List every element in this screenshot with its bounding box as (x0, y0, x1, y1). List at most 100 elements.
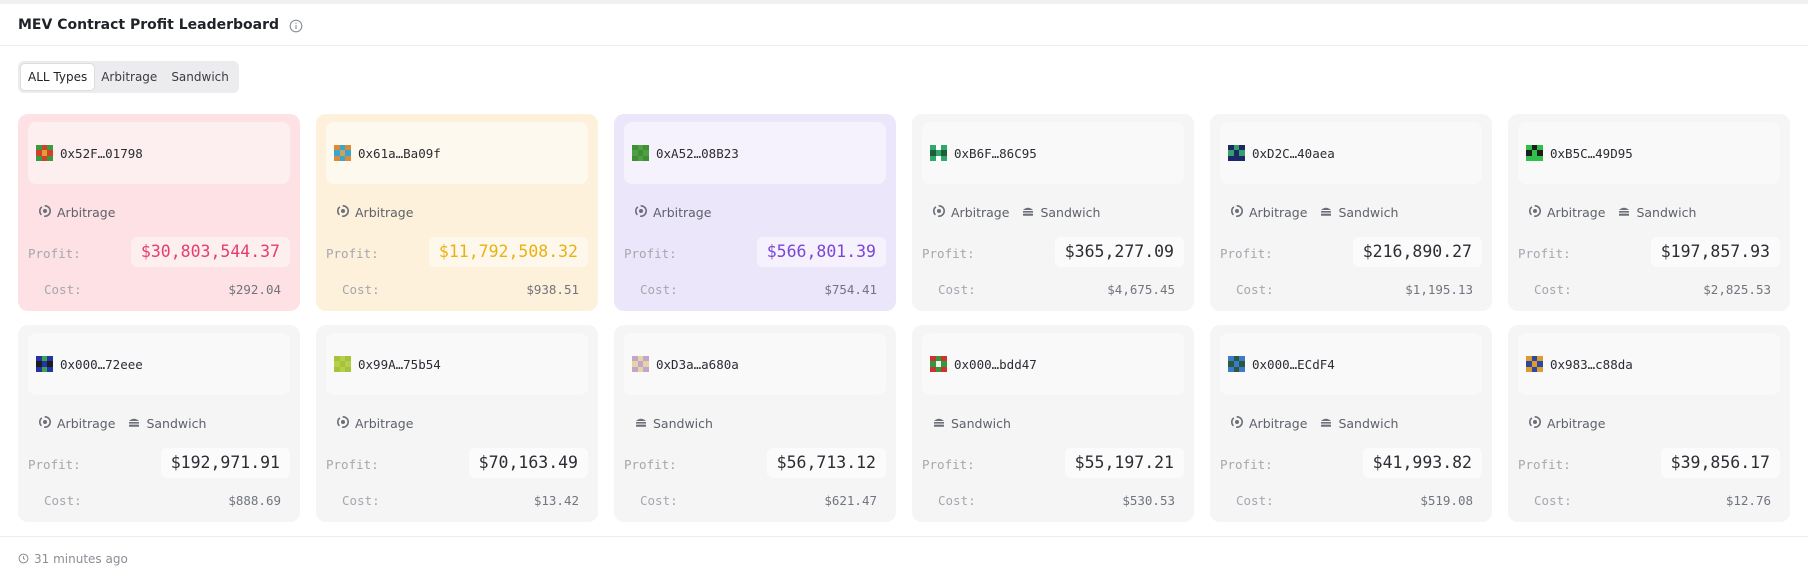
address-box[interactable]: 0x000…ECdF4 (1220, 333, 1482, 395)
leaderboard-card[interactable]: 0xB6F…86C95 Arbitrage Sandwich Profit: $… (912, 114, 1194, 311)
leaderboard-card[interactable]: 0xA52…08B23 Arbitrage Profit: $566,801.3… (614, 114, 896, 311)
arbitrage-icon (1528, 204, 1542, 221)
info-icon[interactable] (289, 18, 303, 32)
leaderboard-grid: 0x52F…01798 Arbitrage Profit: $30,803,54… (18, 114, 1790, 539)
contract-address[interactable]: 0x983…c88da (1550, 357, 1633, 372)
type-label: Sandwich (653, 416, 713, 431)
address-box[interactable]: 0x000…bdd47 (922, 333, 1184, 395)
type-label: Arbitrage (653, 205, 712, 220)
profit-label: Profit: (1220, 457, 1273, 472)
profit-label: Profit: (1518, 246, 1571, 261)
tab-all-types[interactable]: ALL Types (21, 64, 95, 90)
cost-label: Cost: (342, 282, 380, 297)
sandwich-icon (1021, 204, 1035, 221)
mev-types: Arbitrage (336, 204, 413, 221)
avatar-pixel (643, 155, 649, 162)
sandwich-icon (932, 415, 946, 432)
footer: 31 minutes ago (0, 536, 1808, 580)
type-tag-arbitrage: Arbitrage (38, 204, 115, 221)
sandwich-icon (634, 415, 648, 432)
address-box[interactable]: 0x000…72eee (28, 333, 290, 395)
contract-address[interactable]: 0xA52…08B23 (656, 146, 739, 161)
profit-value: $216,890.27 (1352, 237, 1482, 267)
leaderboard-card[interactable]: 0x000…ECdF4 Arbitrage Sandwich Profit: $… (1210, 325, 1492, 522)
type-tag-arbitrage: Arbitrage (634, 204, 711, 221)
address-box[interactable]: 0xD3a…a680a (624, 333, 886, 395)
arbitrage-icon (336, 415, 350, 432)
profit-value: $197,857.93 (1650, 237, 1780, 267)
type-label: Arbitrage (355, 205, 414, 220)
type-label: Sandwich (146, 416, 207, 431)
type-tag-sandwich: Sandwich (932, 415, 1011, 432)
avatar (1526, 144, 1543, 162)
mev-types: Arbitrage Sandwich (932, 204, 1100, 221)
cost-label: Cost: (938, 282, 976, 297)
profit-label: Profit: (1518, 457, 1571, 472)
address-box[interactable]: 0x983…c88da (1518, 333, 1780, 395)
profit-value: $41,993.82 (1362, 448, 1482, 478)
cost-value: $292.04 (228, 282, 281, 297)
mev-types: Sandwich (932, 415, 1011, 432)
leaderboard-card[interactable]: 0x99A…75b54 Arbitrage Profit: $70,163.49… (316, 325, 598, 522)
panel-header: MEV Contract Profit Leaderboard (0, 4, 1808, 46)
type-tag-arbitrage: Arbitrage (1528, 415, 1605, 432)
cost-label: Cost: (1534, 282, 1572, 297)
leaderboard-card[interactable]: 0xD3a…a680a Sandwich Profit: $56,713.12 … (614, 325, 896, 522)
avatar (632, 144, 649, 162)
address-box[interactable]: 0xB6F…86C95 (922, 122, 1184, 184)
address-box[interactable]: 0xB5C…49D95 (1518, 122, 1780, 184)
contract-address[interactable]: 0x61a…Ba09f (358, 146, 441, 161)
mev-types: Sandwich (634, 415, 713, 432)
profit-value: $566,801.39 (756, 237, 886, 267)
avatar-pixel (1537, 155, 1543, 162)
contract-address[interactable]: 0x000…ECdF4 (1252, 357, 1335, 372)
address-box[interactable]: 0xA52…08B23 (624, 122, 886, 184)
type-label: Arbitrage (1249, 416, 1308, 431)
leaderboard-card[interactable]: 0x52F…01798 Arbitrage Profit: $30,803,54… (18, 114, 300, 311)
cost-label: Cost: (640, 282, 678, 297)
address-box[interactable]: 0x99A…75b54 (326, 333, 588, 395)
leaderboard-card[interactable]: 0x61a…Ba09f Arbitrage Profit: $11,792,50… (316, 114, 598, 311)
leaderboard-card[interactable]: 0x983…c88da Arbitrage Profit: $39,856.17… (1508, 325, 1790, 522)
type-label: Arbitrage (57, 205, 116, 220)
cost-value: $938.51 (526, 282, 579, 297)
profit-label: Profit: (326, 457, 379, 472)
tab-sandwich[interactable]: Sandwich (164, 64, 236, 90)
tab-arbitrage[interactable]: Arbitrage (94, 64, 164, 90)
profit-label: Profit: (28, 457, 81, 472)
contract-address[interactable]: 0xD2C…40aea (1252, 146, 1335, 161)
cost-label: Cost: (1236, 282, 1274, 297)
cost-label: Cost: (44, 282, 82, 297)
cost-value: $1,195.13 (1405, 282, 1473, 297)
contract-address[interactable]: 0x99A…75b54 (358, 357, 441, 372)
type-tag-sandwich: Sandwich (634, 415, 713, 432)
cost-label: Cost: (44, 493, 82, 508)
avatar-pixel (345, 155, 351, 162)
mev-types: Arbitrage Sandwich (1528, 204, 1696, 221)
address-box[interactable]: 0x52F…01798 (28, 122, 290, 184)
type-label: Sandwich (1338, 416, 1399, 431)
contract-address[interactable]: 0xB6F…86C95 (954, 146, 1037, 161)
arbitrage-icon (38, 415, 52, 432)
cost-value: $2,825.53 (1703, 282, 1771, 297)
type-label: Arbitrage (57, 416, 116, 431)
profit-value: $30,803,544.37 (130, 237, 290, 267)
leaderboard-card[interactable]: 0x000…bdd47 Sandwich Profit: $55,197.21 … (912, 325, 1194, 522)
contract-address[interactable]: 0x000…72eee (60, 357, 143, 372)
arbitrage-icon (932, 204, 946, 221)
contract-address[interactable]: 0x000…bdd47 (954, 357, 1037, 372)
leaderboard-card[interactable]: 0xB5C…49D95 Arbitrage Sandwich Profit: $… (1508, 114, 1790, 311)
address-box[interactable]: 0x61a…Ba09f (326, 122, 588, 184)
avatar (36, 144, 53, 162)
leaderboard-card[interactable]: 0xD2C…40aea Arbitrage Sandwich Profit: $… (1210, 114, 1492, 311)
cost-value: $13.42 (533, 493, 579, 508)
avatar-pixel (1537, 366, 1543, 373)
leaderboard-card[interactable]: 0x000…72eee Arbitrage Sandwich Profit: $… (18, 325, 300, 522)
avatar (1526, 355, 1543, 373)
contract-address[interactable]: 0xB5C…49D95 (1550, 146, 1633, 161)
contract-address[interactable]: 0xD3a…a680a (656, 357, 739, 372)
contract-address[interactable]: 0x52F…01798 (60, 146, 143, 161)
cost-value: $888.69 (228, 493, 281, 508)
address-box[interactable]: 0xD2C…40aea (1220, 122, 1482, 184)
profit-label: Profit: (28, 246, 81, 261)
